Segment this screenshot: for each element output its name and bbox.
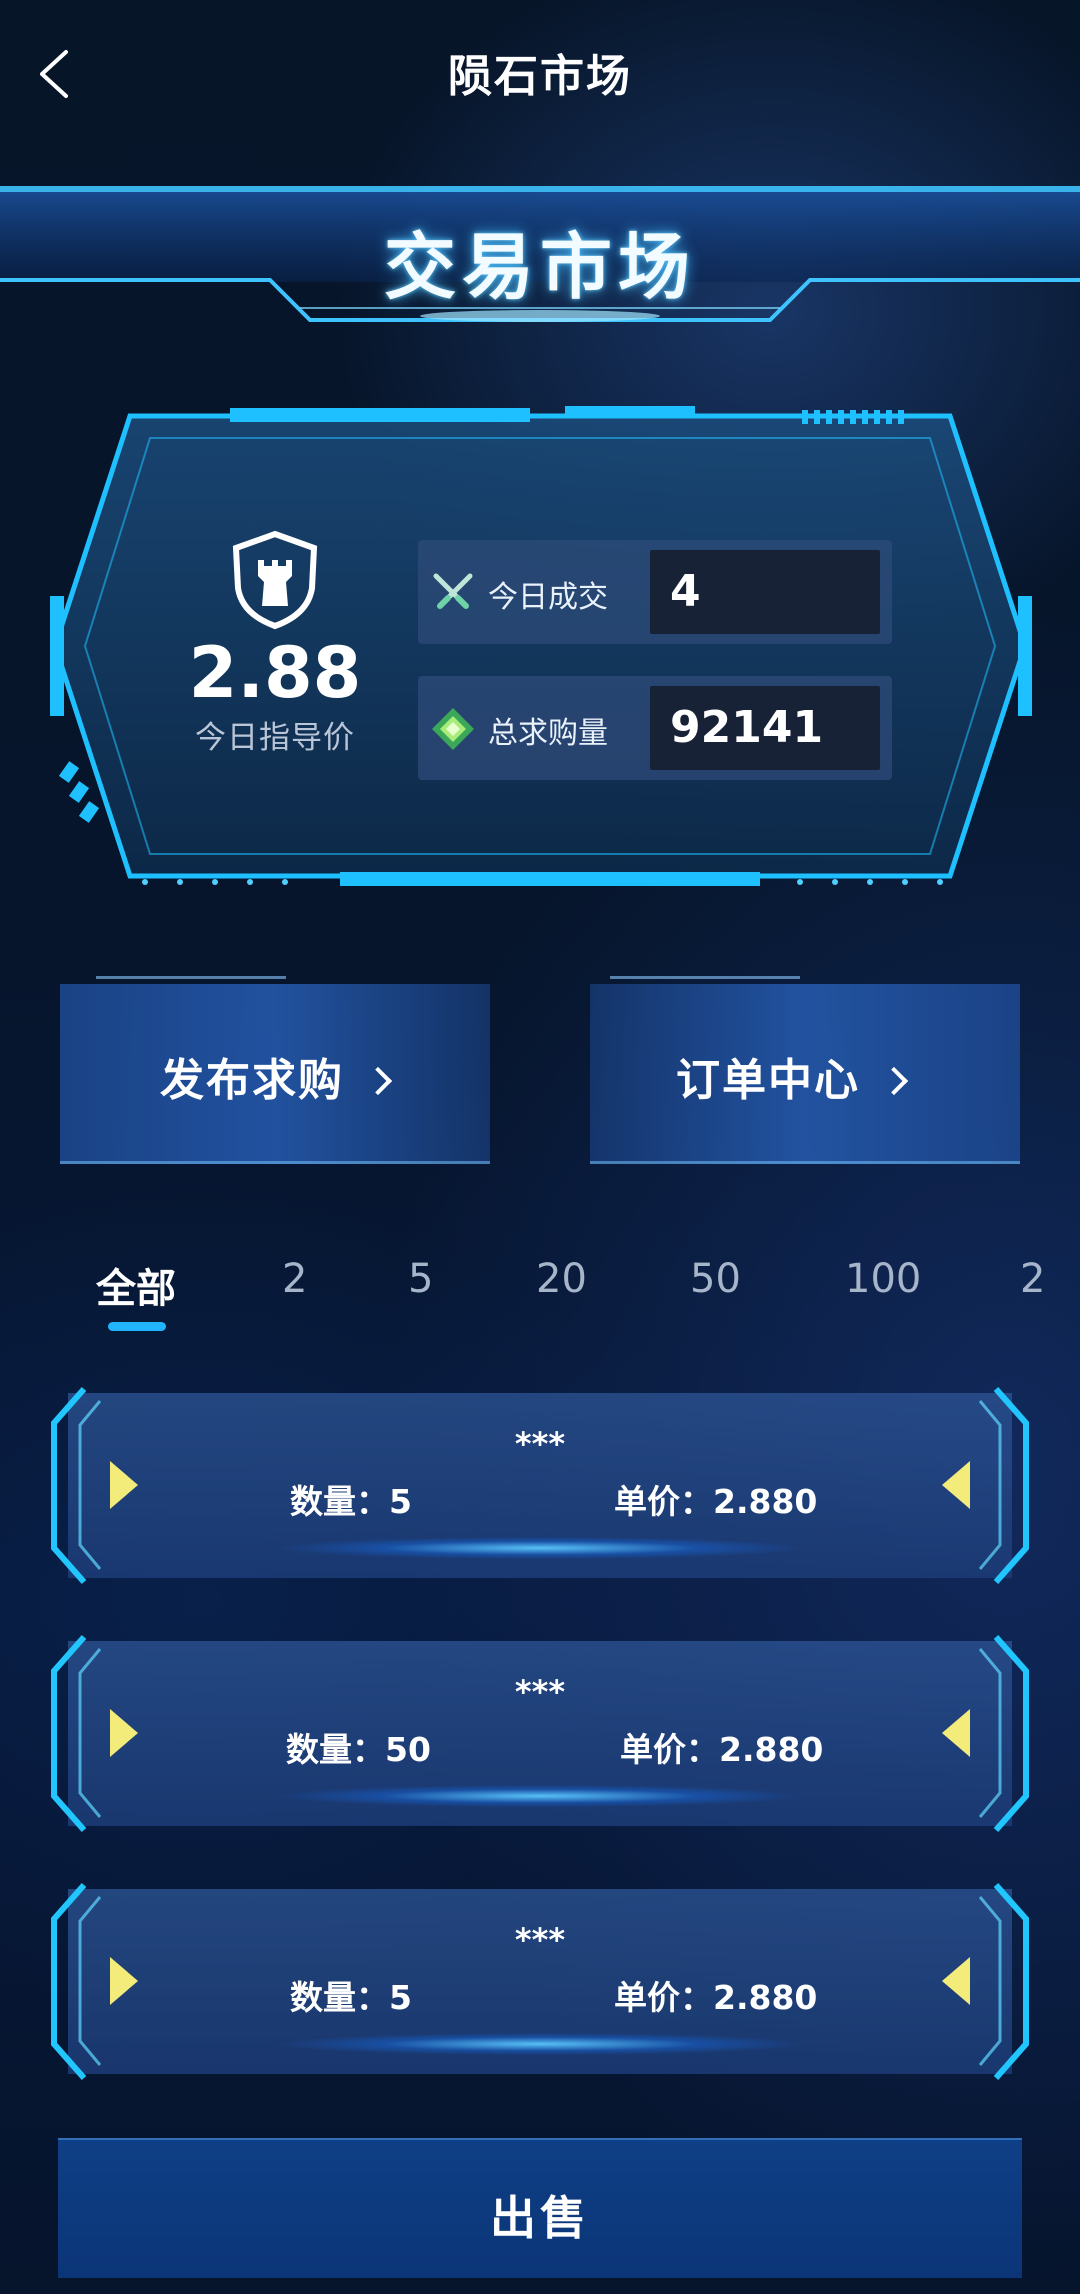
sell-button[interactable]: 出售 [58,2138,1022,2278]
order-unit-price: 单价：2.880 [620,1723,823,1771]
today-deals-box: 4 [650,550,880,634]
order-quantity: 数量：5 [290,1971,412,2019]
sell-label: 出售 [490,2191,590,2245]
guide-price-value: 2.88 [188,632,362,714]
tab-more[interactable]: 2 [1020,1256,1045,1302]
arrow-right-icon [110,1957,138,2005]
order-card[interactable]: *** 数量：5 单价：2.880 [40,1879,1040,2084]
order-name: *** [514,1425,566,1463]
order-name: *** [514,1673,566,1711]
tab-50[interactable]: 50 [690,1256,741,1302]
today-deals-label: 今日成交 [488,580,608,615]
gem-icon [432,708,474,750]
quantity-label: 数量： [290,1978,389,2017]
unit-price-label: 单价： [614,1978,713,2017]
order-quantity: 数量：5 [290,1475,412,1523]
guide-price-label: 今日指导价 [195,720,355,756]
arrow-left-icon [942,1461,970,1509]
order-center-deco-line [610,976,800,979]
today-deals-value: 4 [670,566,701,617]
active-tab-indicator [108,1322,166,1331]
tab-20[interactable]: 20 [536,1256,587,1302]
arrow-left-icon [942,1957,970,2005]
order-card-frame [51,1883,1029,2080]
page-title: 陨石市场 [448,51,632,102]
order-unit-price: 单价：2.880 [614,1475,817,1523]
order-center-button[interactable]: 订单中心 [590,976,1020,1164]
total-demand-label: 总求购量 [488,716,608,751]
tab-100[interactable]: 100 [845,1256,921,1302]
publish-demand-text: 发布求购 [160,1055,344,1106]
publish-demand-button[interactable]: 发布求购 [60,976,490,1164]
quantity-value: 5 [389,1978,412,2017]
total-demand-value: 92141 [670,702,824,753]
quantity-label: 数量： [286,1730,385,1769]
tab-2[interactable]: 2 [282,1256,307,1302]
unit-price-value: 2.880 [713,1978,818,2017]
publish-demand-deco-line [96,976,286,979]
arrow-right-icon [110,1709,138,1757]
crossed-swords-icon [433,573,473,609]
tower-shield-icon [232,530,318,630]
unit-price-value: 2.880 [719,1730,824,1769]
tab-all[interactable]: 全部 [96,1256,176,1314]
unit-price-label: 单价： [614,1482,713,1521]
unit-price-label: 单价： [620,1730,719,1769]
quantity-value: 50 [385,1730,431,1769]
chevron-right-icon [363,1066,393,1096]
arrow-left-icon [942,1709,970,1757]
quantity-label: 数量： [290,1482,389,1521]
unit-price-value: 2.880 [713,1482,818,1521]
total-demand-row: 总求购量 92141 [418,676,892,780]
order-name: *** [514,1921,566,1959]
order-card[interactable]: *** 数量：50 单价：2.880 [40,1631,1040,1836]
tab-5[interactable]: 5 [408,1256,433,1302]
chevron-right-icon [879,1066,909,1096]
order-card-frame [51,1387,1029,1584]
order-quantity: 数量：50 [286,1723,431,1771]
quantity-value: 5 [389,1482,412,1521]
total-demand-box: 92141 [650,686,880,770]
order-center-text: 订单中心 [676,1055,860,1106]
order-unit-price: 单价：2.880 [614,1971,817,2019]
banner-title: 交易市场 [383,225,696,309]
order-card[interactable]: *** 数量：5 单价：2.880 [40,1383,1040,1588]
amount-filter-tabs: 全部 2 5 20 50 100 2 [0,1250,1080,1330]
publish-demand-label: 发布求购 [160,1044,393,1108]
today-deals-row: 今日成交 4 [418,540,892,644]
arrow-right-icon [110,1461,138,1509]
order-center-label: 订单中心 [676,1044,909,1108]
order-card-frame [51,1635,1029,1832]
